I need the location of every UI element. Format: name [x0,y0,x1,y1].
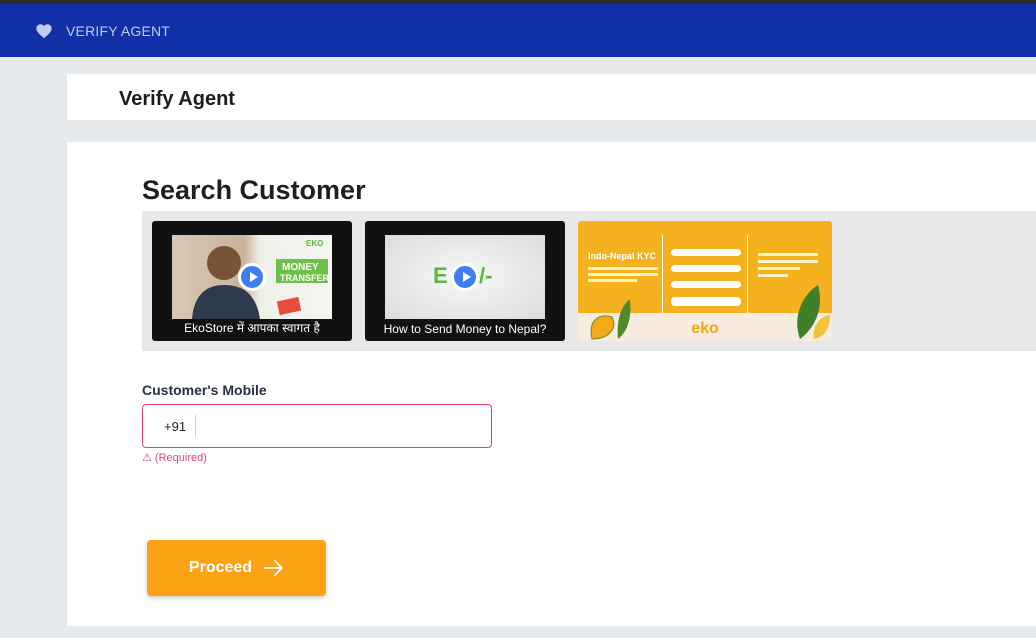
required-error: ⚠ (Required) [142,452,207,464]
kyc-info-card[interactable]: Indo-Nepal KYC eko [578,221,832,341]
proceed-label: Proceed [188,559,253,576]
arrow-right-icon [264,560,284,576]
thumb-logo: EKO [306,239,324,248]
play-icon[interactable] [451,263,479,291]
page-title: Verify Agent [119,88,235,110]
video-caption: EkoStore में आपका स्वागत है [184,321,320,335]
video-caption: How to Send Money to Nepal? [383,322,547,336]
customer-mobile-label: Customer's Mobile [142,382,267,398]
search-customer-card: Search Customer MONEY TRANSFER EKO EkoSt… [67,142,1036,626]
thumb-text-transfer: TRANSFER [280,273,329,283]
video-tile-ekostore[interactable]: MONEY TRANSFER EKO EkoStore में आपका स्व… [152,221,352,341]
proceed-button[interactable]: Proceed [147,540,326,596]
heart-icon [35,22,53,40]
video-thumbnail: E /- [385,235,545,319]
search-customer-heading: Search Customer [142,175,366,205]
video-carousel: MONEY TRANSFER EKO EkoStore में आपका स्व… [142,211,1036,351]
eko-logo: eko [691,320,719,337]
country-code-prefix: +91 [164,419,187,434]
video-tile-nepal[interactable]: E /- How to Send Money to Nepal? [365,221,565,341]
video-thumbnail: MONEY TRANSFER EKO [172,235,332,319]
page-header: Verify Agent [67,74,1036,120]
thumb-logo-left: E [433,263,448,288]
app-bar-title: VERIFY AGENT [66,22,171,39]
customer-mobile-field[interactable]: +91 [142,404,492,448]
play-icon[interactable] [238,263,266,291]
prefix-divider [195,415,196,437]
thumb-logo-right: /- [479,263,493,288]
thumb-text-money: MONEY [282,262,319,273]
customer-mobile-input[interactable] [203,411,483,441]
app-bar: VERIFY AGENT [0,4,1036,57]
